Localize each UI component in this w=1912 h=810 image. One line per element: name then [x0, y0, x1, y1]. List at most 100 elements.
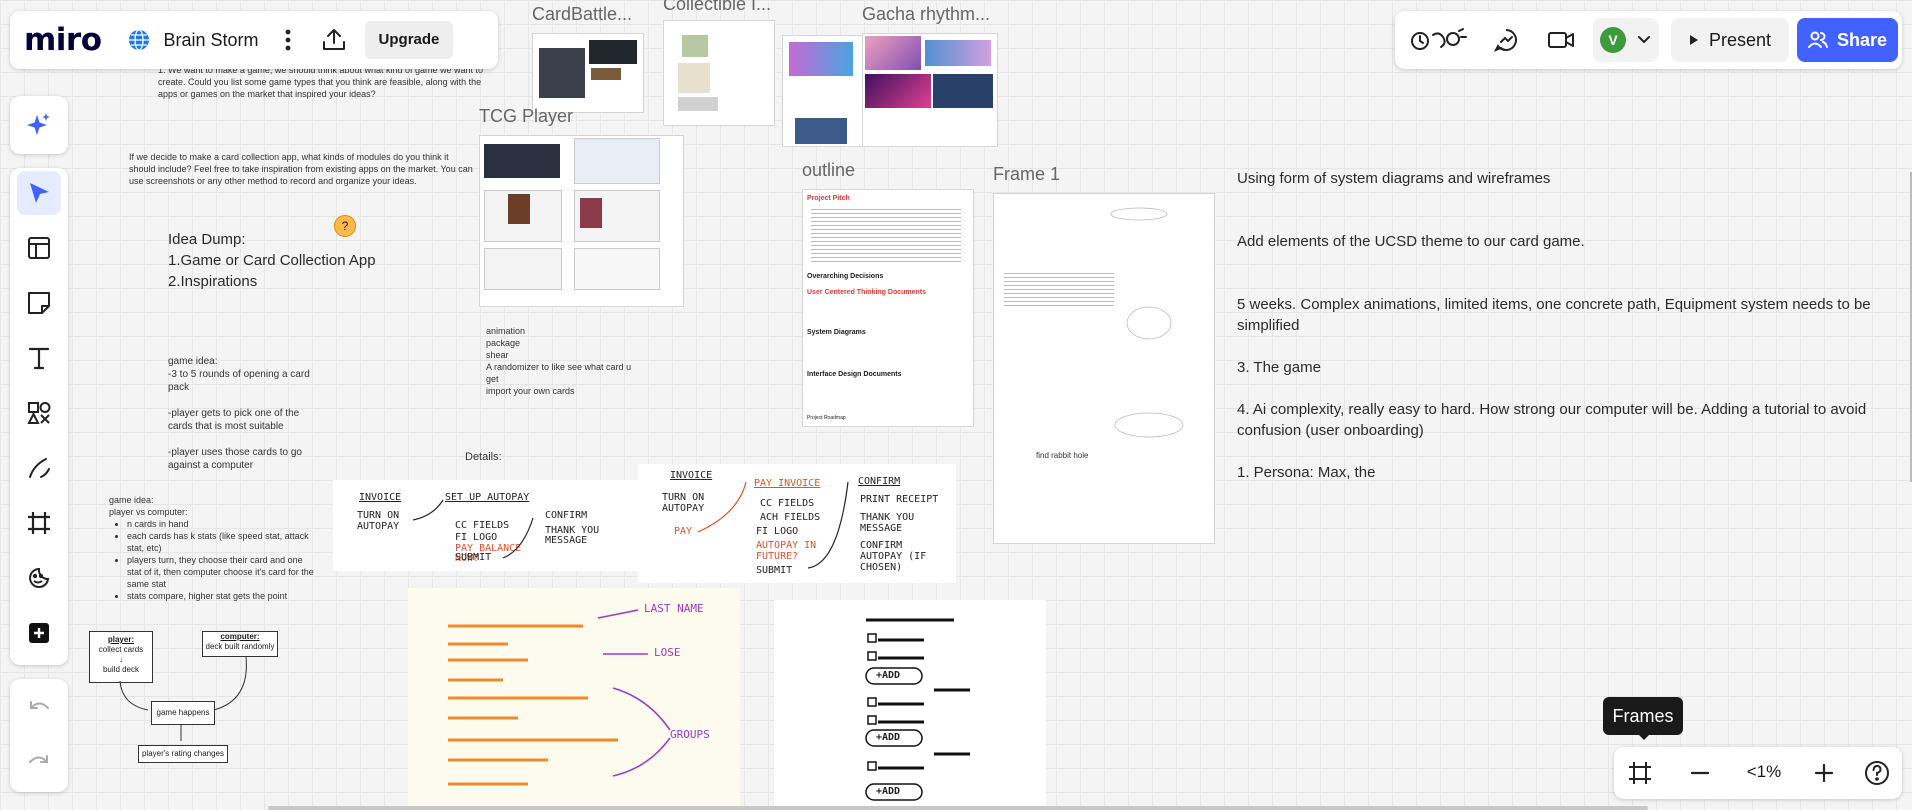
- zoom-level[interactable]: <1%: [1734, 762, 1794, 782]
- frame-title-tcg[interactable]: TCG Player: [479, 106, 573, 127]
- horizontal-scrollbar[interactable]: [268, 806, 1648, 810]
- present-button[interactable]: Present: [1671, 18, 1789, 62]
- top-left-bar: miro Brain Storm Upgrade: [10, 11, 498, 69]
- outline-section: System Diagrams: [807, 329, 866, 336]
- wireframe-sketch-1[interactable]: INVOICE TURN ON AUTOPAY SET UP AUTOPAY C…: [333, 480, 638, 571]
- globe-icon[interactable]: [128, 29, 150, 51]
- frame-outline[interactable]: Project Pitch Overarching Decisions User…: [802, 189, 974, 427]
- select-cursor-icon[interactable]: [17, 171, 61, 215]
- add-icon[interactable]: [17, 611, 61, 655]
- idea-dump-item: 2.Inspirations: [168, 273, 258, 290]
- image-thumbnail: [589, 40, 637, 64]
- sketch-label: LOSE: [654, 646, 681, 659]
- upload-icon[interactable]: [321, 27, 347, 53]
- ai-sparkle-icon[interactable]: [17, 103, 61, 147]
- templates-icon[interactable]: [17, 226, 61, 270]
- frame-1[interactable]: find rabbit hole: [993, 193, 1215, 544]
- left-toolbar: [10, 168, 68, 665]
- frame-title-outline[interactable]: outline: [802, 160, 855, 181]
- more-vertical-icon[interactable]: [285, 29, 291, 51]
- note-paragraph: Add elements of the UCSD theme to our ca…: [1237, 233, 1585, 250]
- flow-box-computer[interactable]: computer: deck built randomly: [202, 631, 278, 657]
- wireframe-sketch-4[interactable]: +ADD +ADD +ADD: [774, 600, 1046, 810]
- reactions-icon[interactable]: [1409, 27, 1467, 53]
- idea-dump-block[interactable]: Idea Dump: 1.Game or Card Collection App…: [168, 229, 398, 292]
- board-text-question-1[interactable]: 1. We want to make a game, we should thi…: [158, 64, 503, 100]
- chat-icon[interactable]: [1493, 27, 1519, 53]
- image-thumbnail: [795, 118, 847, 144]
- frame-cardbattle[interactable]: [532, 33, 644, 113]
- idea-dump-item: 1.Game or Card Collection App: [168, 252, 376, 269]
- frame-title-collectible[interactable]: Collectible I...: [663, 0, 771, 15]
- sticky-note-icon[interactable]: [17, 281, 61, 325]
- image-thumbnail: [678, 97, 718, 111]
- image-thumbnail: [591, 68, 621, 80]
- details-label[interactable]: Details:: [465, 450, 502, 464]
- frame-title-gacha[interactable]: Gacha rhythm...: [862, 4, 990, 25]
- image-thumbnail: [678, 63, 710, 93]
- video-icon[interactable]: [1547, 28, 1575, 52]
- zoom-out-icon[interactable]: [1688, 761, 1712, 785]
- flow-arrows: [119, 656, 247, 741]
- image-thumbnail: [508, 194, 530, 224]
- upgrade-button[interactable]: Upgrade: [364, 21, 454, 59]
- frame-title-frame1[interactable]: Frame 1: [993, 164, 1060, 185]
- frame1-label: find rabbit hole: [1036, 451, 1089, 460]
- zoom-in-icon[interactable]: [1812, 761, 1836, 785]
- chevron-down-icon: [1637, 34, 1651, 46]
- board-canvas[interactable]: 1. We want to make a game, we should thi…: [0, 0, 1912, 810]
- sketch-add-label: +ADD: [876, 732, 901, 743]
- game-idea-note[interactable]: game idea: -3 to 5 rounds of opening a c…: [168, 355, 318, 472]
- frame-icon[interactable]: [17, 501, 61, 545]
- image-thumbnail: [574, 248, 660, 290]
- image-thumbnail: [574, 138, 660, 184]
- board-name[interactable]: Brain Storm: [164, 30, 259, 51]
- emoji-icon[interactable]: [17, 556, 61, 600]
- top-right-bar: V Present Share: [1395, 11, 1902, 69]
- outline-section: User Centered Thinking Documents: [807, 289, 927, 296]
- help-icon[interactable]: [1864, 760, 1890, 786]
- image-thumbnail: [539, 48, 585, 98]
- frame-gacha-left[interactable]: [782, 35, 864, 147]
- text-icon[interactable]: [17, 336, 61, 380]
- sketch-add-label: +ADD: [876, 786, 901, 797]
- image-thumbnail: [789, 42, 853, 76]
- sketch-add-label: +ADD: [876, 670, 901, 681]
- note-paragraph: 5 weeks. Complex animations, limited ite…: [1237, 296, 1871, 334]
- share-button[interactable]: Share: [1797, 18, 1898, 62]
- right-notes[interactable]: Using form of system diagrams and wirefr…: [1237, 168, 1877, 483]
- shapes-icon[interactable]: [17, 391, 61, 435]
- note-paragraph: 4. Ai complexity, really easy to hard. H…: [1237, 401, 1867, 439]
- frame-tcg[interactable]: [479, 135, 684, 307]
- miro-logo[interactable]: miro: [24, 22, 102, 58]
- board-text-question-2[interactable]: If we decide to make a card collection a…: [129, 151, 474, 187]
- list-item: players turn, they choose their card and…: [127, 554, 319, 590]
- tooltip-arrow: [1637, 733, 1651, 740]
- idea-dump-title: Idea Dump:: [168, 231, 246, 248]
- undo-icon[interactable]: [17, 686, 61, 730]
- game-idea-2-title: game idea:: [109, 495, 154, 505]
- flow-computer-body: deck built randomly: [205, 642, 275, 651]
- sketch-scribbles: [448, 609, 671, 786]
- avatar-dropdown[interactable]: V: [1593, 18, 1659, 62]
- game-idea-2-note[interactable]: game idea: player vs computer: n cards i…: [109, 494, 319, 602]
- frames-icon[interactable]: [1628, 761, 1652, 785]
- frame-title-cardbattle[interactable]: CardBattle...: [532, 4, 632, 25]
- avatar: V: [1600, 27, 1626, 53]
- redo-icon[interactable]: [17, 740, 61, 784]
- frame-gacha-right[interactable]: [862, 33, 998, 147]
- animation-note[interactable]: animation package shear A randomizer to …: [486, 325, 646, 397]
- frame-collectible[interactable]: [663, 20, 775, 126]
- wireframe-sketch-2[interactable]: INVOICE TURN ON AUTOPAY PAY PAY INVOICE …: [638, 464, 956, 583]
- image-thumbnail: [484, 144, 560, 178]
- image-thumbnail: [933, 74, 993, 108]
- sketch-label: LAST NAME: [644, 602, 704, 615]
- thinking-emoji[interactable]: ?: [334, 215, 356, 237]
- outline-footer: Project Roadmap: [807, 415, 846, 421]
- image-thumbnail: [682, 35, 708, 57]
- undo-redo-panel: [10, 679, 68, 792]
- note-paragraph: Using form of system diagrams and wirefr…: [1237, 170, 1551, 187]
- wireframe-sketch-3[interactable]: LAST NAME LOSE GROUPS: [408, 588, 740, 810]
- pen-icon[interactable]: [17, 446, 61, 490]
- note-paragraph: 3. The game: [1237, 359, 1321, 376]
